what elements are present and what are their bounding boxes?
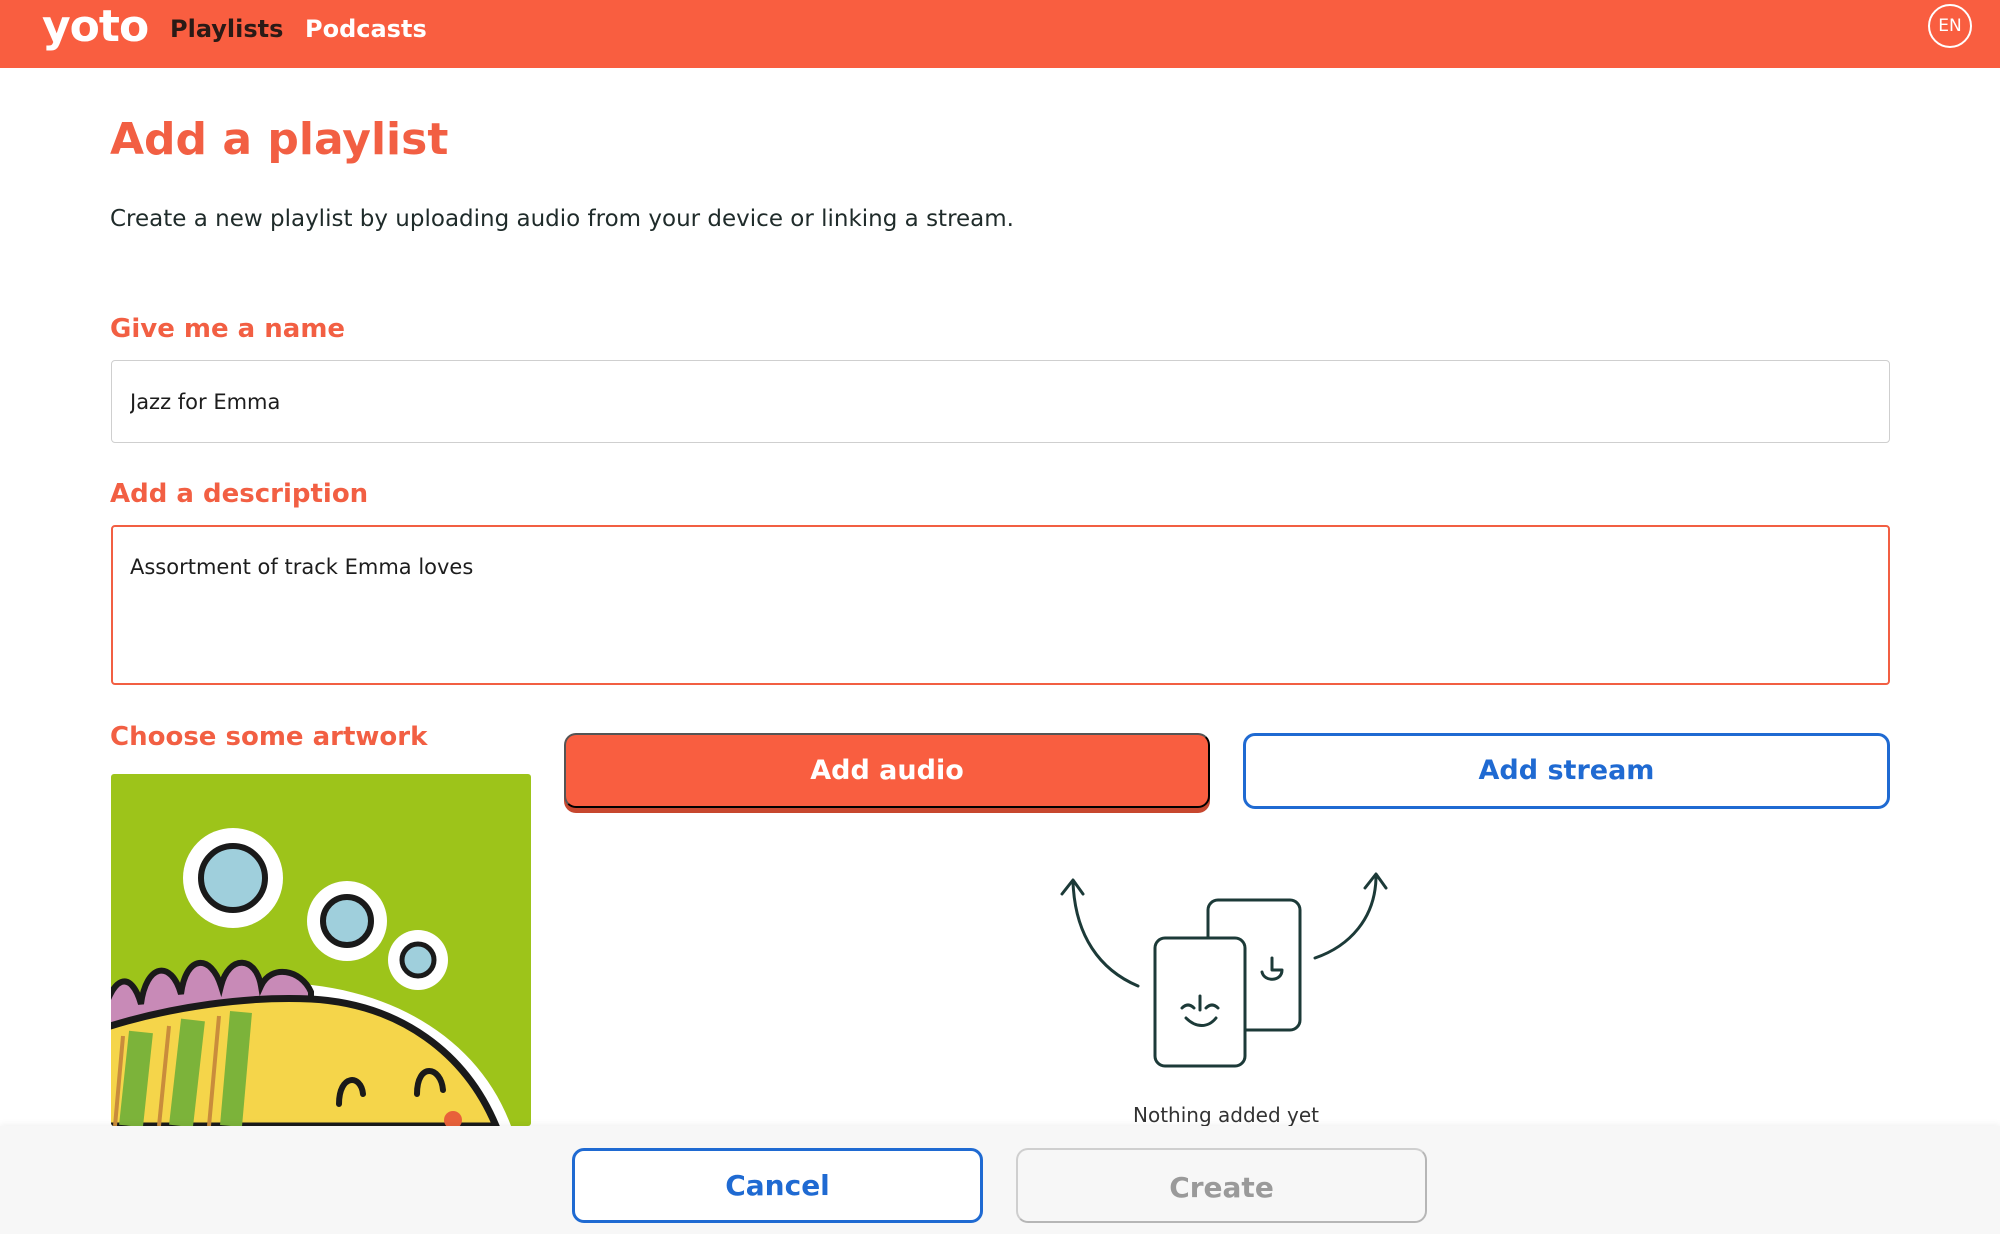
description-label: Add a description [110, 479, 369, 509]
create-button[interactable]: Create [1016, 1148, 1427, 1223]
name-label: Give me a name [110, 314, 346, 344]
add-audio-button[interactable]: Add audio [564, 733, 1210, 808]
top-nav-bar: yoto Playlists Podcasts EN [0, 0, 2000, 68]
nav-podcasts[interactable]: Podcasts [305, 14, 427, 44]
nav-playlists[interactable]: Playlists [170, 14, 283, 44]
artwork-image [111, 774, 531, 1126]
cards-illustration-icon [1060, 872, 1388, 1068]
language-selector[interactable]: EN [1928, 4, 1972, 48]
page-subtitle: Create a new playlist by uploading audio… [110, 206, 1014, 232]
artwork-picker[interactable] [111, 774, 531, 1126]
playlist-name-input[interactable] [111, 360, 1890, 443]
yoto-logo[interactable]: yoto [42, 0, 149, 60]
artwork-label: Choose some artwork [110, 722, 428, 752]
empty-state-illustration [1050, 858, 1400, 1078]
add-stream-button[interactable]: Add stream [1243, 733, 1890, 809]
playlist-description-input[interactable]: Assortment of track Emma loves [111, 525, 1890, 685]
page-title: Add a playlist [110, 114, 449, 165]
footer-bar [0, 1126, 2000, 1234]
cancel-button[interactable]: Cancel [572, 1148, 983, 1223]
